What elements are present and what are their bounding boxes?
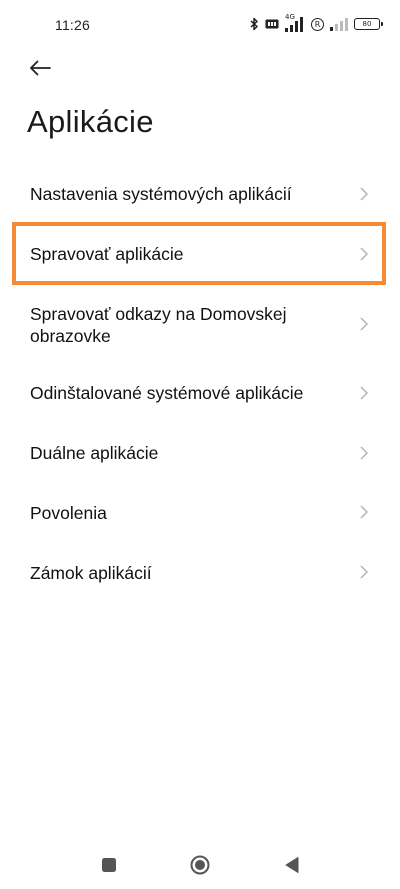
page-title: Aplikácie (27, 104, 154, 139)
menu-item-label: Nastavenia systémových aplikácií (30, 184, 292, 204)
menu-item-label: Spravovať aplikácie (30, 244, 184, 264)
signal-icon: 4G (285, 13, 305, 32)
circle-icon (190, 855, 210, 875)
screen: 11:26 4G R 80 Aplikácie Nastavenia systé… (0, 0, 400, 889)
menu-item-dual-apps[interactable]: Duálne aplikácie (0, 424, 400, 480)
signal-weak-icon (330, 17, 348, 31)
bluetooth-icon (250, 17, 259, 31)
chevron-right-icon (360, 565, 369, 579)
menu-item-manage-apps[interactable]: Spravovať aplikácie (0, 226, 400, 282)
status-icons: 4G R 80 (250, 13, 383, 33)
roaming-icon: R (311, 17, 324, 31)
chevron-right-icon (360, 317, 369, 331)
menu-item-label: Spravovať odkazy na Domovskej obrazovke (30, 304, 287, 346)
status-bar: 11:26 4G R 80 (0, 0, 400, 52)
menu-item-home-screen-shortcuts[interactable]: Spravovať odkazy na Domovskej obrazovke (0, 290, 400, 360)
roaming-label: R (314, 19, 321, 29)
recents-button[interactable] (95, 851, 123, 879)
menu-item-uninstalled-system-apps[interactable]: Odinštalované systémové aplikácie (0, 364, 400, 420)
chevron-right-icon (360, 446, 369, 460)
arrow-left-icon (30, 60, 51, 76)
menu-item-label: Odinštalované systémové aplikácie (30, 383, 304, 403)
menu-item-label: Duálne aplikácie (30, 443, 159, 463)
chevron-right-icon (360, 505, 369, 519)
battery-level: 80 (362, 20, 372, 28)
back-nav-button[interactable] (278, 851, 306, 879)
chevron-right-icon (360, 386, 369, 400)
navigation-bar (0, 839, 400, 889)
chevron-right-icon (360, 247, 369, 261)
menu-item-label: Povolenia (30, 503, 107, 523)
menu-item-permissions[interactable]: Povolenia (0, 484, 400, 540)
battery-icon: 80 (354, 18, 383, 30)
menu-item-system-app-settings[interactable]: Nastavenia systémových aplikácií (0, 166, 400, 222)
status-time: 11:26 (55, 17, 90, 33)
menu-item-label: Zámok aplikácií (30, 563, 152, 583)
back-button[interactable] (22, 52, 58, 84)
battery-saver-icon (265, 18, 279, 30)
home-button[interactable] (186, 851, 214, 879)
triangle-back-icon (285, 857, 299, 873)
menu-item-app-lock[interactable]: Zámok aplikácií (0, 544, 400, 600)
chevron-right-icon (360, 187, 369, 201)
square-icon (102, 858, 116, 872)
